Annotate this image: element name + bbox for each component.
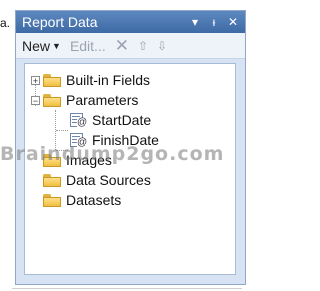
page-corner-text: a. — [0, 16, 11, 30]
pane-title: Report Data — [22, 14, 98, 30]
move-down-icon[interactable]: ⇩ — [157, 39, 167, 53]
open-folder-icon — [43, 93, 61, 107]
divider — [12, 288, 242, 289]
tree-item-finishdate[interactable]: @ FinishDate — [25, 130, 235, 150]
delete-icon[interactable]: ✕ — [115, 36, 129, 56]
window-position-dropdown-icon[interactable]: ▾ — [187, 14, 203, 30]
parameter-icon: @ — [69, 112, 88, 128]
folder-icon — [43, 173, 61, 187]
expand-icon[interactable]: + — [31, 75, 40, 85]
folder-icon — [43, 193, 61, 207]
tree-item-parameters[interactable]: − Parameters — [25, 90, 235, 110]
tree-item-label: StartDate — [92, 112, 152, 128]
tree-item-built-in-fields[interactable]: + Built-in Fields — [25, 70, 235, 90]
report-data-tree: + Built-in Fields − Parameters @ StartDa… — [24, 63, 236, 275]
close-icon[interactable]: ✕ — [225, 14, 241, 30]
move-up-icon[interactable]: ⇧ — [138, 39, 148, 53]
tree-item-startdate[interactable]: @ StartDate — [25, 110, 235, 130]
tree-item-label: Built-in Fields — [66, 72, 151, 88]
pane-titlebar: Report Data ▾ ᵼ ✕ — [16, 11, 245, 33]
tree-item-datasets[interactable]: Datasets — [25, 190, 235, 210]
tree-item-data-sources[interactable]: Data Sources — [25, 170, 235, 190]
new-label: New — [22, 37, 51, 54]
chevron-down-icon: ▼ — [52, 40, 61, 51]
new-button[interactable]: New ▼ — [22, 38, 61, 54]
pin-icon[interactable]: ᵼ — [206, 14, 222, 30]
folder-icon — [43, 73, 61, 87]
tree-item-label: Datasets — [66, 192, 122, 208]
parameter-icon: @ — [69, 132, 88, 148]
tree-item-label: FinishDate — [92, 132, 159, 148]
edit-button[interactable]: Edit... — [70, 38, 106, 54]
tree-item-label: Parameters — [66, 92, 139, 108]
tree-item-images[interactable]: Images — [25, 150, 235, 170]
report-data-pane: Report Data ▾ ᵼ ✕ New ▼ Edit... ✕ ⇧ ⇩ + … — [15, 10, 246, 285]
tree-item-label: Images — [66, 152, 112, 168]
tree-item-label: Data Sources — [66, 172, 151, 188]
pane-toolbar: New ▼ Edit... ✕ ⇧ ⇩ — [16, 33, 245, 59]
collapse-icon[interactable]: − — [31, 95, 40, 105]
folder-icon — [43, 153, 61, 167]
